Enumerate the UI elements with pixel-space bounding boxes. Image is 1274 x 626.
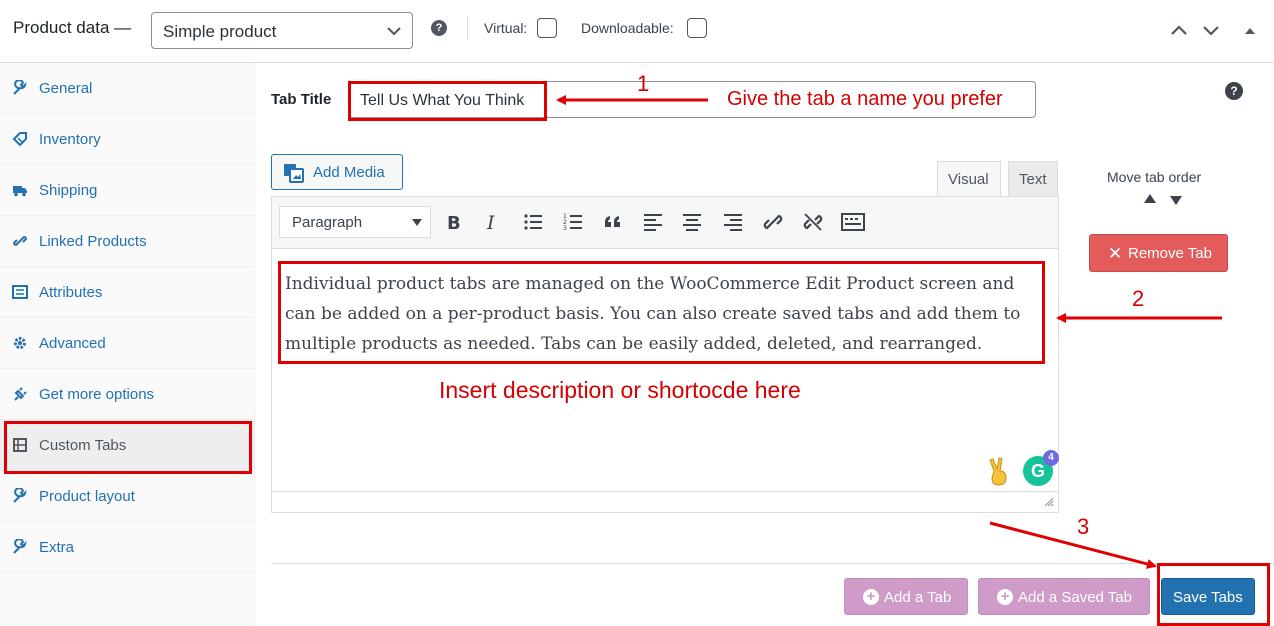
sidebar-item-label: Attributes: [39, 284, 103, 301]
virtual-checkbox[interactable]: [537, 18, 557, 38]
annotation-box-save-tabs: [1157, 563, 1270, 626]
product-data-title: Product data —: [13, 18, 132, 37]
header-divider: [467, 16, 468, 40]
grammarly-count-badge: 4: [1043, 450, 1059, 466]
add-media-label: Add Media: [313, 164, 385, 181]
italic-icon[interactable]: I: [481, 211, 503, 233]
annotation-box-content: [278, 261, 1045, 364]
sidebar-item-advanced[interactable]: Advanced: [0, 318, 255, 369]
remove-link-icon[interactable]: [802, 211, 824, 233]
svg-text:I: I: [486, 212, 495, 233]
truck-icon: [13, 186, 27, 197]
media-icon: [284, 164, 304, 183]
plus-circle-icon: +: [997, 589, 1013, 605]
sidebar-item-label: Inventory: [39, 131, 101, 148]
sidebar-item-label: Advanced: [39, 335, 106, 352]
close-icon: ✕: [1108, 244, 1123, 263]
sidebar-item-general[interactable]: General: [0, 63, 255, 114]
format-select-value: Paragraph: [292, 214, 363, 231]
annotation-box-custom-tabs: [4, 421, 252, 474]
remove-tab-button[interactable]: ✕ Remove Tab: [1089, 234, 1228, 272]
sidebar-item-product-layout[interactable]: Product layout: [0, 471, 255, 522]
bold-icon[interactable]: B: [442, 211, 464, 233]
add-tab-button[interactable]: + Add a Tab: [844, 578, 968, 615]
add-saved-tab-label: Add a Saved Tab: [1018, 589, 1132, 606]
product-data-header: Product data — Simple product ? Virtual:…: [0, 0, 1274, 63]
tag-icon: [12, 132, 27, 147]
sidebar-item-extra[interactable]: Extra: [0, 522, 255, 573]
add-saved-tab-button[interactable]: + Add a Saved Tab: [978, 578, 1150, 615]
list-icon: [12, 285, 28, 299]
add-media-button[interactable]: Add Media: [271, 154, 403, 190]
plus-circle-icon: +: [863, 589, 879, 605]
chevron-down-icon: [387, 27, 401, 36]
wrench-icon: [13, 539, 27, 554]
annotation-number-2: 2: [1132, 286, 1145, 311]
tab-title-label: Tab Title: [271, 91, 332, 108]
product-type-value: Simple product: [163, 22, 277, 41]
insert-link-icon[interactable]: [762, 211, 784, 233]
annotation-number-3: 3: [1077, 514, 1090, 539]
move-tab-order-label: Move tab order: [1107, 169, 1202, 185]
tab-text-label: Text: [1019, 171, 1047, 188]
sidebar-item-linked-products[interactable]: Linked Products: [0, 216, 255, 267]
blockquote-icon[interactable]: [602, 211, 624, 233]
collapse-toggle-icon[interactable]: [1243, 20, 1257, 40]
svg-text:B: B: [447, 213, 461, 233]
move-down-icon[interactable]: [1170, 196, 1182, 205]
plugin-icon: [14, 387, 27, 401]
bullet-list-icon[interactable]: [522, 211, 544, 233]
numbered-list-icon[interactable]: 123: [562, 211, 584, 233]
align-left-icon[interactable]: [642, 211, 664, 233]
align-center-icon[interactable]: [681, 211, 703, 233]
product-data-sidebar: General Inventory Shipping Linked Produc…: [0, 63, 255, 626]
footer-divider: [271, 563, 1274, 564]
toolbar-toggle-icon[interactable]: [841, 211, 865, 233]
sidebar-item-label: Linked Products: [39, 233, 147, 250]
help-icon[interactable]: ?: [1225, 82, 1243, 100]
tab-visual-label: Visual: [948, 171, 989, 188]
sidebar-item-label: Extra: [39, 539, 75, 556]
resize-handle-icon[interactable]: [1044, 497, 1054, 507]
victory-hand-icon: [989, 457, 1007, 486]
sidebar-item-label: Product layout: [39, 488, 135, 505]
annotation-arrow-3: [989, 521, 1157, 569]
sidebar-item-inventory[interactable]: Inventory: [0, 114, 255, 165]
virtual-label: Virtual:: [484, 20, 528, 36]
downloadable-label: Downloadable:: [581, 20, 674, 36]
svg-text:3: 3: [563, 225, 567, 232]
wrench-icon: [13, 80, 27, 95]
link-icon: [12, 235, 28, 247]
move-up-icon[interactable]: [1144, 194, 1156, 203]
sidebar-item-attributes[interactable]: Attributes: [0, 267, 255, 318]
tab-visual[interactable]: Visual: [937, 161, 1001, 197]
sidebar-item-get-more-options[interactable]: Get more options: [0, 369, 255, 420]
downloadable-checkbox[interactable]: [687, 18, 707, 38]
tab-text[interactable]: Text: [1008, 161, 1058, 197]
annotation-text-2: Insert description or shortocde here: [439, 377, 801, 403]
add-tab-label: Add a Tab: [884, 589, 952, 606]
format-select[interactable]: Paragraph: [279, 206, 431, 238]
align-right-icon[interactable]: [722, 211, 744, 233]
product-type-select[interactable]: Simple product: [151, 12, 413, 49]
chevron-up-icon[interactable]: [1169, 20, 1189, 40]
caret-down-icon: [412, 219, 422, 226]
sidebar-item-label: Get more options: [39, 386, 155, 403]
help-icon[interactable]: ?: [431, 20, 447, 36]
editor-toolbar: Paragraph B I 123: [272, 197, 1058, 249]
wrench-icon: [13, 488, 27, 503]
sidebar-item-shipping[interactable]: Shipping: [0, 165, 255, 216]
annotation-box-tab-title: [348, 81, 547, 121]
editor-status-bar: [272, 491, 1058, 512]
gear-icon: [14, 337, 26, 349]
sidebar-item-label: General: [39, 80, 93, 97]
remove-tab-label: Remove Tab: [1128, 245, 1212, 262]
annotation-number-1: 1: [637, 71, 650, 96]
chevron-down-icon[interactable]: [1201, 20, 1221, 40]
sidebar-item-label: Shipping: [39, 182, 98, 199]
annotation-text-1: Give the tab a name you prefer: [727, 88, 1003, 110]
